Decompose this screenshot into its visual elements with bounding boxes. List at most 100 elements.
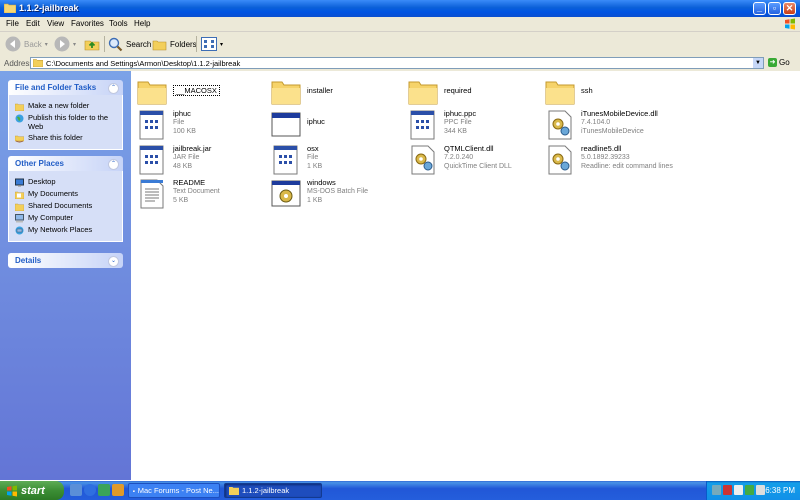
details-panel: Details ⌄ <box>8 253 123 268</box>
file-item-osx[interactable]: osx File 1 KB <box>271 144 322 176</box>
make-new-folder-link[interactable]: Make a new folder <box>15 101 116 111</box>
maximize-button[interactable]: ▫ <box>768 2 781 15</box>
menu-favorites[interactable]: Favorites <box>71 19 104 28</box>
desktop-link[interactable]: Desktop <box>15 177 116 187</box>
item-details: iphuc.ppc PPC File 344 KB <box>444 109 476 136</box>
collapse-chevron-icon[interactable]: ⌃ <box>108 83 119 94</box>
system-tray: 6:38 PM <box>706 481 800 500</box>
taskbar-button-label: Mac Forums - Post Ne... <box>137 486 219 495</box>
item-name: README <box>173 178 206 187</box>
taskbar-button-label: 1.1.2-jailbreak <box>242 486 290 495</box>
shared-documents-link[interactable]: Shared Documents <box>15 201 116 211</box>
title-bar[interactable]: 1.1.2-jailbreak _ ▫ ✕ <box>0 0 800 17</box>
my-computer-link[interactable]: My Computer <box>15 213 116 223</box>
folder-icon <box>4 3 16 13</box>
up-folder-button[interactable] <box>84 35 100 53</box>
windows-logo-icon <box>7 485 17 496</box>
search-button[interactable]: Search <box>108 35 151 53</box>
panel-title: Other Places <box>15 159 64 168</box>
back-dropdown-icon[interactable]: ▾ <box>45 41 48 48</box>
toolbar: Back ▾ ▾ Search Folders ▾ <box>0 32 800 57</box>
tray-speaker-icon[interactable] <box>734 485 743 495</box>
publish-folder-link[interactable]: Publish this folder to the Web <box>15 113 116 131</box>
folders-button[interactable]: Folders <box>152 35 197 53</box>
folders-icon <box>152 40 167 50</box>
start-button[interactable]: start <box>0 481 64 500</box>
panel-body: Make a new folder Publish this folder to… <box>8 95 123 150</box>
item-details: windows MS-DOS Batch File 1 KB <box>307 178 368 205</box>
my-network-places-link[interactable]: My Network Places <box>15 225 116 235</box>
folder-icon <box>33 59 43 67</box>
batch-file-gear-icon <box>271 180 301 207</box>
panel-body: Desktop My Documents Shared Documents My… <box>8 171 123 242</box>
folder-item-ssh[interactable]: ssh <box>545 76 593 108</box>
file-item-jailbreak-jar[interactable]: jailbreak.jar JAR File 48 KB <box>137 144 211 176</box>
item-size: 48 KB <box>173 163 193 170</box>
clock[interactable]: 6:38 PM <box>765 486 795 495</box>
quicklaunch-desktop-icon[interactable] <box>70 484 82 496</box>
file-item-readme[interactable]: README Text Document 5 KB <box>137 178 220 210</box>
quicklaunch-internet-explorer-icon[interactable] <box>84 484 96 496</box>
taskbar-button-jailbreak-folder[interactable]: 1.1.2-jailbreak <box>224 483 322 498</box>
tray-network-icon[interactable] <box>712 485 721 495</box>
item-type: Text Document <box>173 188 220 195</box>
menu-edit[interactable]: Edit <box>26 19 40 28</box>
task-label: Share this folder <box>28 133 83 142</box>
go-button[interactable]: ➜ Go <box>768 58 790 67</box>
panel-header[interactable]: Other Places ⌃ <box>8 156 123 171</box>
tray-app-icon[interactable] <box>745 485 754 495</box>
item-type: File <box>173 119 185 126</box>
menu-view[interactable]: View <box>47 19 64 28</box>
address-input[interactable]: C:\Documents and Settings\Armon\Desktop\… <box>30 57 764 69</box>
dll-item-readline5[interactable]: readline5.dll 5.0.1892.39233 Readline: e… <box>545 144 673 176</box>
item-name: ssh <box>581 86 593 95</box>
item-details: iphuc File 100 KB <box>173 109 196 136</box>
forward-dropdown-icon[interactable]: ▾ <box>73 41 76 48</box>
folder-item-required[interactable]: required <box>408 76 472 108</box>
tray-itunes-icon[interactable] <box>756 485 765 495</box>
item-version: 7.4.104.0 <box>581 119 611 126</box>
item-name: iphuc.ppc <box>444 109 477 118</box>
tray-security-icon[interactable] <box>723 485 732 495</box>
file-list: __MACOSX installer required ssh iphuc Fi… <box>131 71 800 480</box>
views-button[interactable]: ▾ <box>201 35 223 53</box>
item-type: MS-DOS Batch File <box>307 188 369 195</box>
panel-header[interactable]: Details ⌄ <box>8 253 123 268</box>
close-button[interactable]: ✕ <box>783 2 796 15</box>
address-path: C:\Documents and Settings\Armon\Desktop\… <box>46 59 241 68</box>
dll-item-itunesmobiledevice[interactable]: iTunesMobileDevice.dll 7.4.104.0 iTunesM… <box>545 109 658 141</box>
folder-item-macosx[interactable]: __MACOSX <box>137 76 220 108</box>
folder-item-installer[interactable]: installer <box>271 76 333 108</box>
file-item-windows-batch[interactable]: windows MS-DOS Batch File 1 KB <box>271 178 368 210</box>
app-item-iphuc[interactable]: iphuc <box>271 109 325 141</box>
menu-help[interactable]: Help <box>134 19 150 28</box>
folder-icon <box>137 81 167 105</box>
views-dropdown-icon[interactable]: ▾ <box>220 41 223 48</box>
generic-file-icon <box>139 145 164 175</box>
quicklaunch-firefox-icon[interactable] <box>112 484 124 496</box>
file-item-iphuc[interactable]: iphuc File 100 KB <box>137 109 196 141</box>
menu-file[interactable]: File <box>6 19 19 28</box>
collapse-chevron-icon[interactable]: ⌃ <box>108 159 119 170</box>
expand-chevron-icon[interactable]: ⌄ <box>108 256 119 267</box>
item-name-text: __MACOSX <box>173 85 220 96</box>
forward-button[interactable]: ▾ <box>54 35 76 53</box>
dll-item-qtmlclient[interactable]: QTMLClient.dll 7.2.0.240 QuickTime Clien… <box>408 144 512 176</box>
taskbar-button-mac-forums[interactable]: Mac Forums - Post Ne... <box>128 483 220 498</box>
file-item-iphuc-ppc[interactable]: iphuc.ppc PPC File 344 KB <box>408 109 476 141</box>
application-window-icon <box>271 112 301 137</box>
item-details: README Text Document 5 KB <box>173 178 220 205</box>
menu-tools[interactable]: Tools <box>109 19 128 28</box>
my-documents-link[interactable]: My Documents <box>15 189 116 199</box>
panel-header[interactable]: File and Folder Tasks ⌃ <box>8 80 123 95</box>
minimize-button[interactable]: _ <box>753 2 766 15</box>
address-dropdown-icon[interactable]: ▼ <box>753 58 763 68</box>
share-folder-link[interactable]: Share this folder <box>15 133 116 143</box>
back-label: Back <box>24 39 42 49</box>
item-description: iTunesMobileDevice <box>581 128 644 135</box>
back-button[interactable]: Back ▾ <box>5 35 48 53</box>
item-description: QuickTime Client DLL <box>444 163 512 170</box>
item-details: jailbreak.jar JAR File 48 KB <box>173 144 211 171</box>
quicklaunch-media-player-icon[interactable] <box>98 484 110 496</box>
item-name: installer <box>307 86 333 95</box>
